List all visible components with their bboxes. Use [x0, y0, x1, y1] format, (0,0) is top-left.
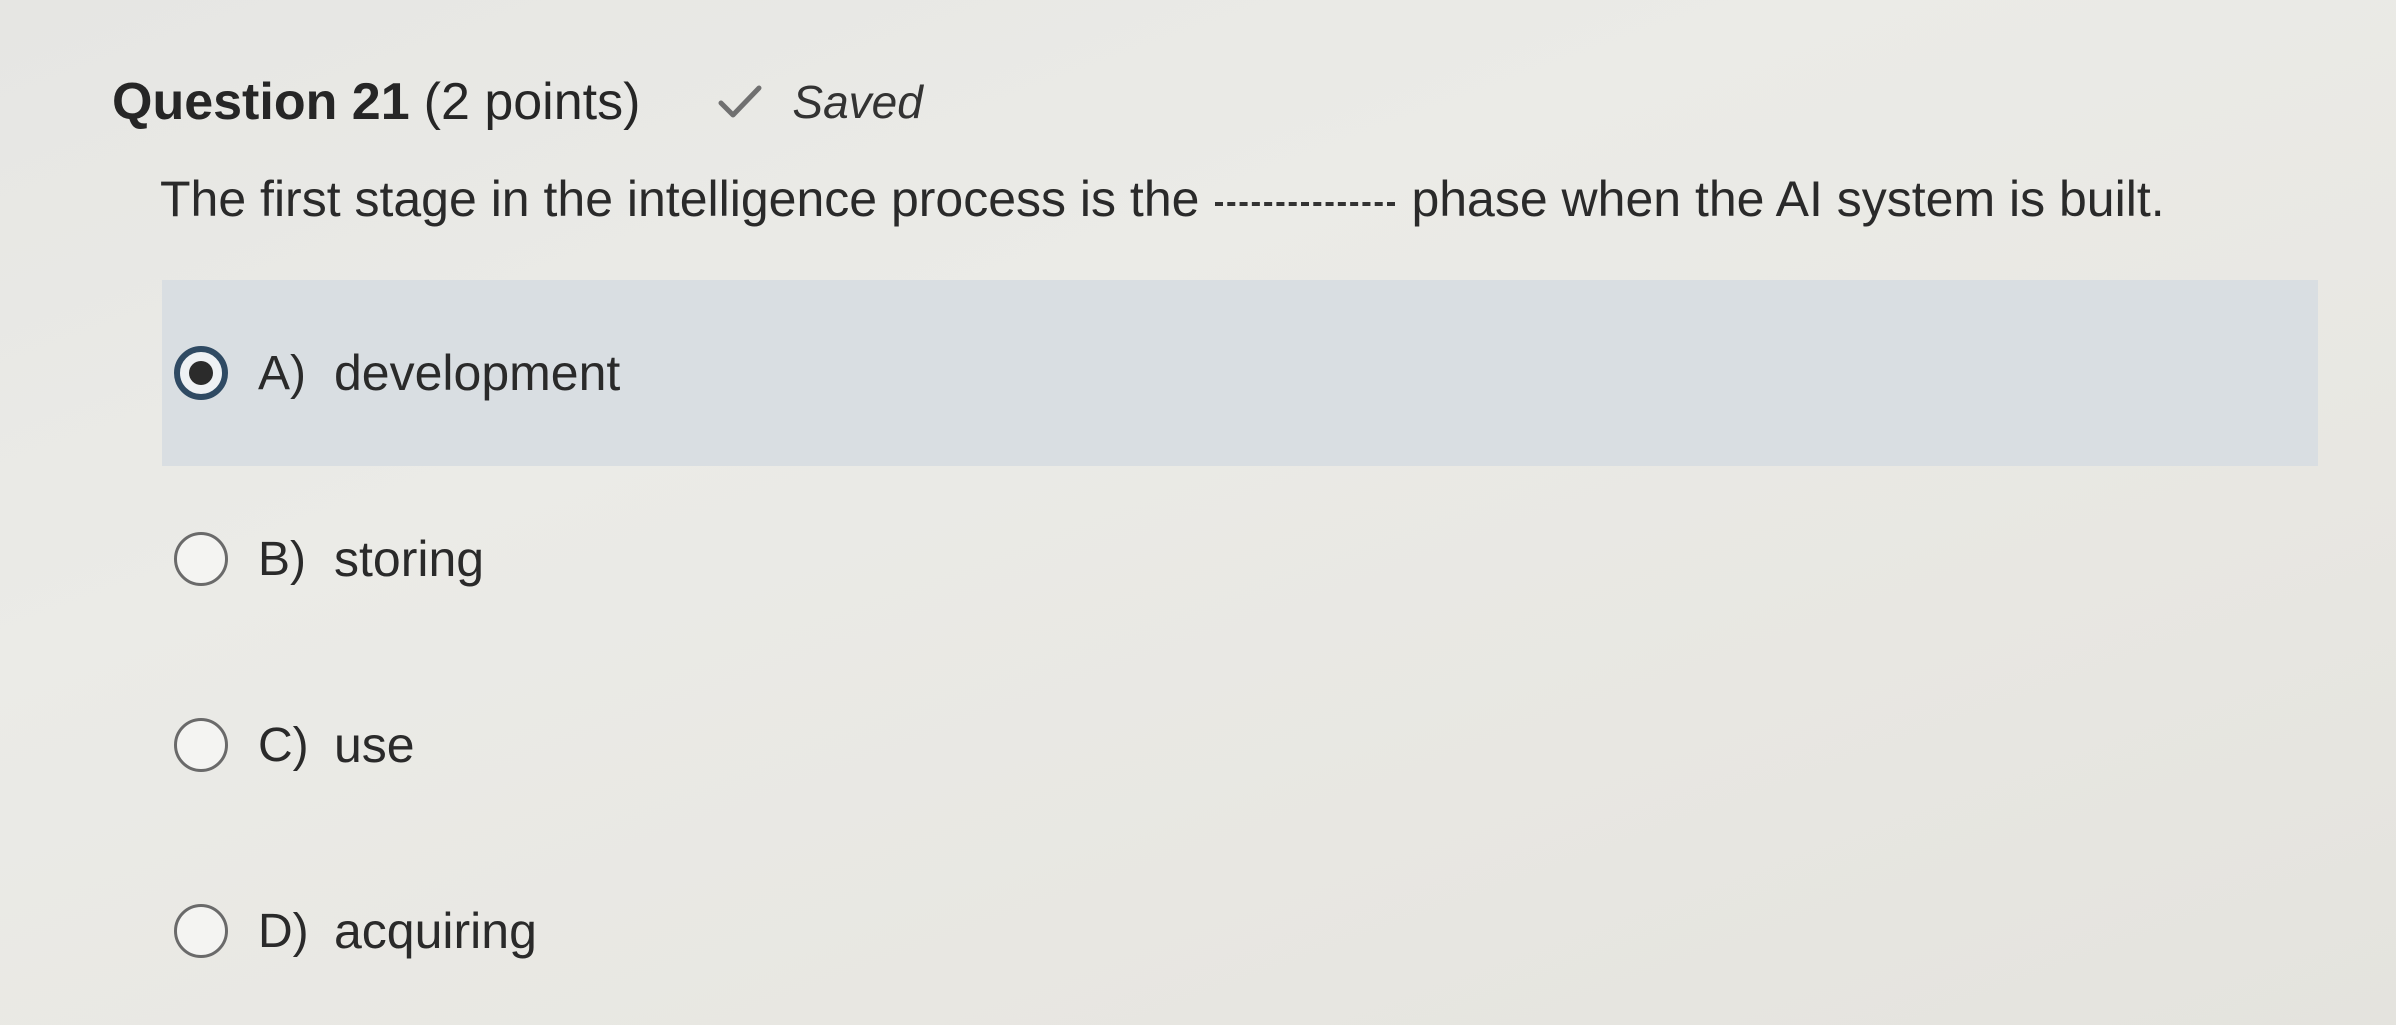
option-label: acquiring	[334, 903, 537, 959]
answer-blank	[1215, 202, 1396, 206]
prompt-text-after: phase when the AI system is built.	[1411, 171, 2165, 227]
option-letter: A)	[258, 346, 306, 400]
question-prompt: The first stage in the intelligence proc…	[160, 170, 2165, 228]
question-header: Question 21 (2 points) Saved	[112, 62, 923, 142]
radio-button-a[interactable]	[174, 346, 228, 400]
option-label: use	[334, 717, 415, 773]
option-label: storing	[334, 531, 485, 587]
radio-button-b[interactable]	[174, 532, 228, 586]
saved-status: Saved	[718, 75, 923, 129]
option-label: development	[334, 345, 621, 401]
question-points: (2 points)	[423, 73, 641, 131]
prompt-text-before: The first stage in the intelligence proc…	[160, 171, 1200, 227]
radio-button-c[interactable]	[174, 718, 228, 772]
question-title: Question 21 (2 points)	[112, 72, 640, 132]
answer-options: A) development B) storing C) use D) acqu…	[162, 280, 2318, 1024]
saved-label: Saved	[792, 76, 923, 128]
option-letter: D)	[258, 904, 309, 958]
option-d[interactable]: D) acquiring	[162, 838, 2318, 1024]
radio-button-d[interactable]	[174, 904, 228, 958]
option-c[interactable]: C) use	[162, 652, 2318, 838]
check-icon	[718, 84, 762, 120]
option-letter: B)	[258, 532, 306, 586]
option-letter: C)	[258, 718, 309, 772]
option-a[interactable]: A) development	[162, 280, 2318, 466]
question-number: Question 21	[112, 73, 410, 131]
option-b[interactable]: B) storing	[162, 466, 2318, 652]
